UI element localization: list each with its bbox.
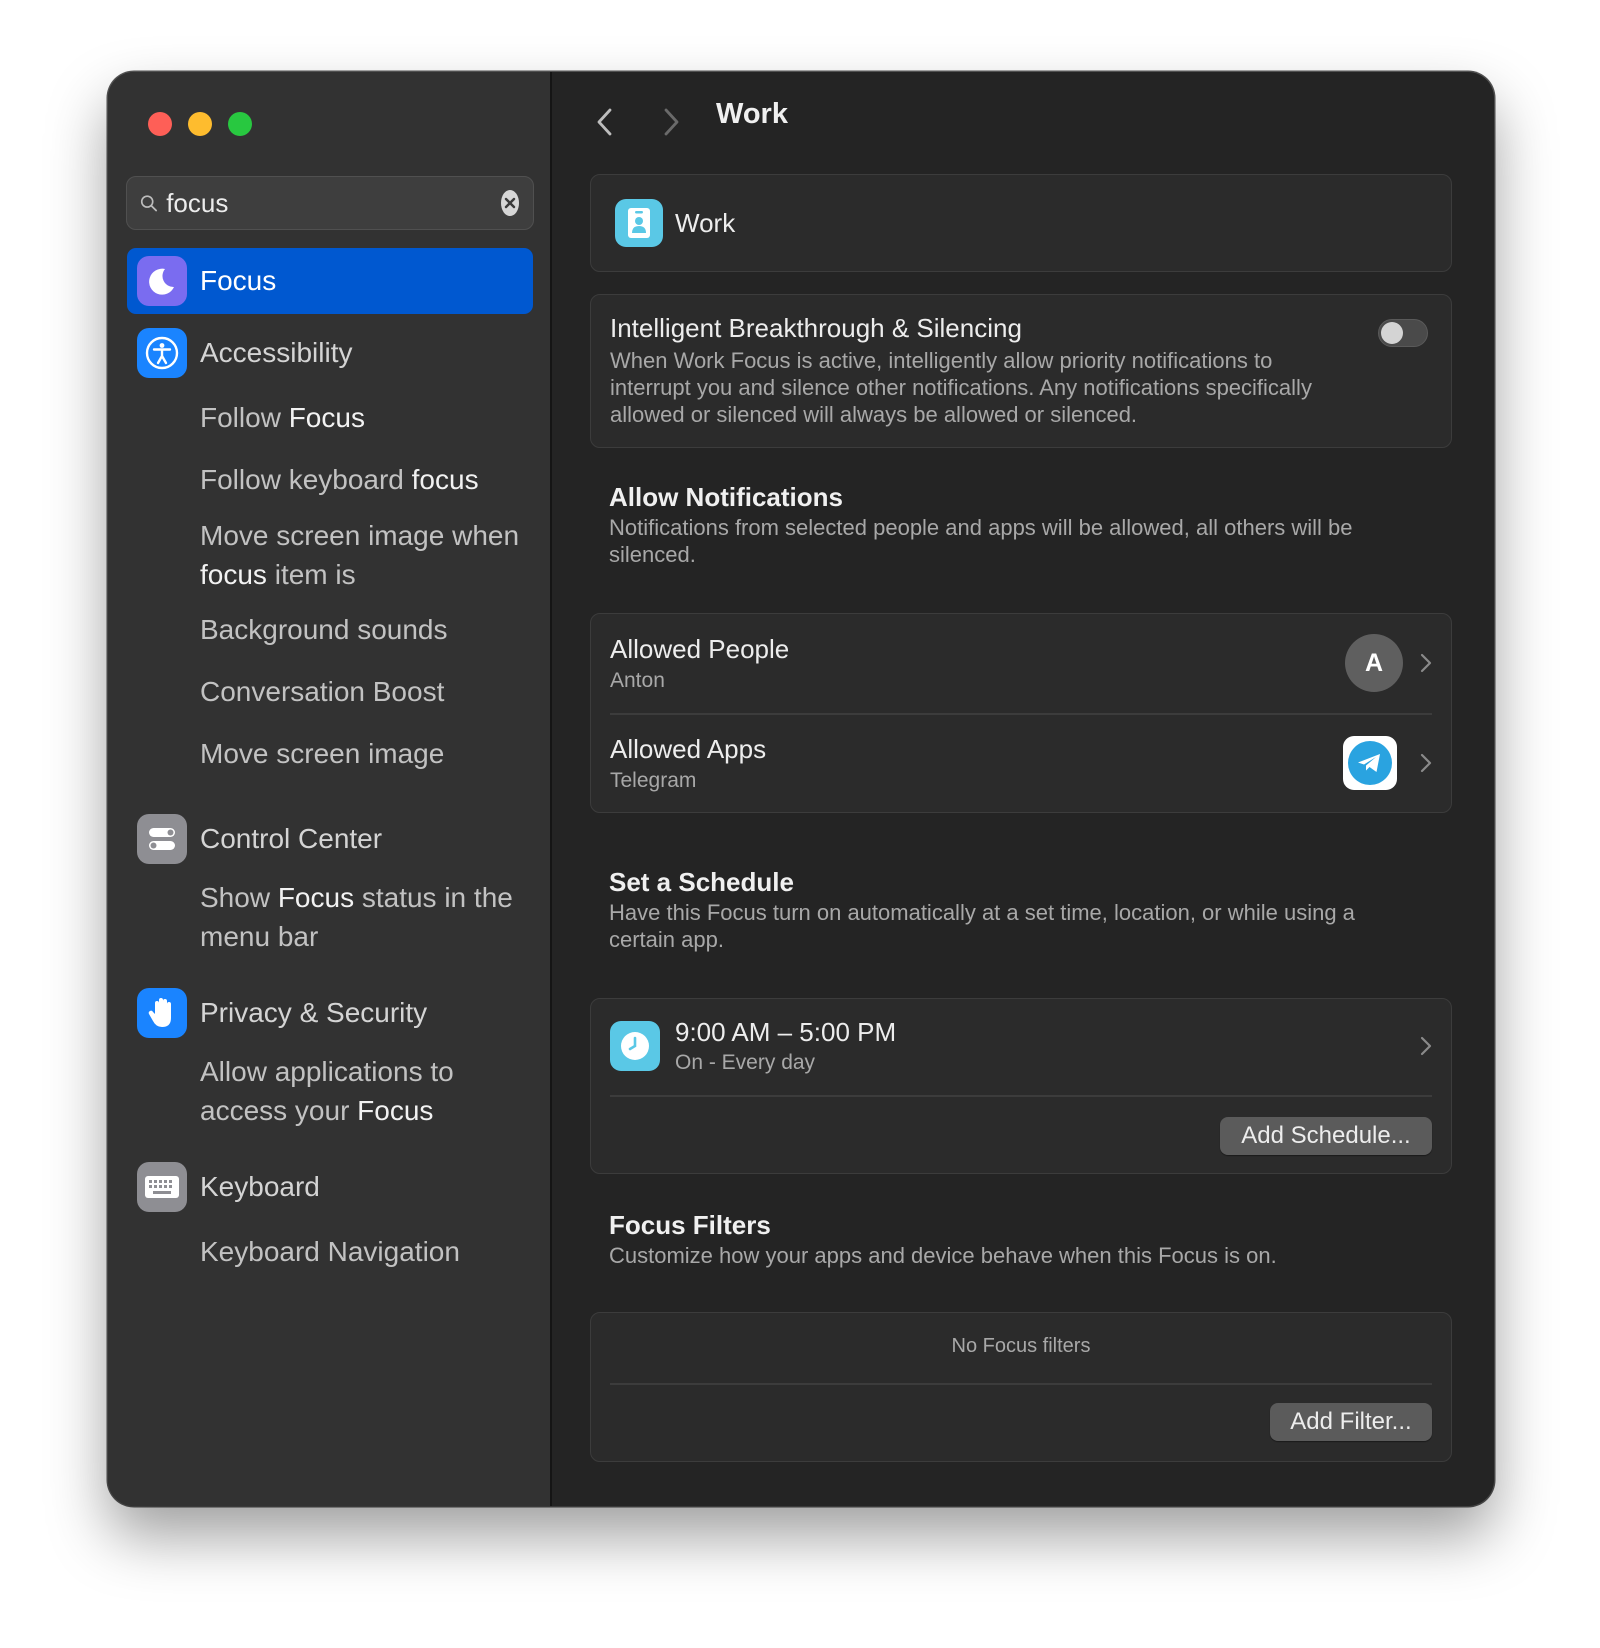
subitem-text: Follow keyboard [200,464,412,495]
sidebar-subitem-background-sounds[interactable]: Background sounds [200,610,520,649]
subitem-text: Move screen image when [200,520,520,551]
sidebar-item-keyboard[interactable]: Keyboard [137,1162,320,1212]
search-icon [140,195,158,212]
focus-mode-name: Work [675,207,736,238]
sidebar-subitem-move-screen-image-when-focus[interactable]: Move screen image when focus item is [200,516,520,594]
sidebar-item-label: Control Center [200,823,383,854]
close-window-button[interactable] [148,112,172,136]
subitem-text: item is [266,559,356,590]
chevron-right-icon [1420,1036,1432,1056]
chevron-right-icon [1420,753,1432,773]
clear-search-icon[interactable] [501,190,519,216]
allowed-apps-subtitle: Telegram [610,769,697,792]
subitem-text: Background sounds [200,614,448,645]
intelligent-breakthrough-card: Intelligent Breakthrough & Silencing Whe… [590,294,1452,448]
schedule-card: 9:00 AM – 5:00 PM On - Every day Add Sch… [590,998,1452,1174]
focus-filters-card: No Focus filters Add Filter... [590,1312,1452,1462]
sidebar-item-focus[interactable]: Focus [127,248,533,314]
zoom-window-button[interactable] [228,112,252,136]
control-center-icon [137,814,187,864]
sidebar: Focus Accessibility Follow Focus Follow … [108,72,552,1506]
sidebar-subitem-follow-focus[interactable]: Follow Focus [200,398,520,437]
allow-notifications-heading: Allow Notifications [609,482,843,512]
sidebar-subitem-keyboard-navigation[interactable]: Keyboard Navigation [200,1232,520,1271]
divider [610,1383,1432,1385]
sidebar-item-privacy-security[interactable]: Privacy & Security [137,988,427,1038]
search-match-text: Focus [288,402,365,433]
focus-filters-heading: Focus Filters [609,1210,771,1240]
forward-icon[interactable] [656,104,686,140]
back-icon[interactable] [590,104,620,140]
window-controls [148,112,252,136]
clock-icon [610,1021,660,1071]
intelligent-breakthrough-toggle[interactable] [1378,319,1428,347]
allowed-people-title: Allowed People [610,634,790,664]
intelligent-breakthrough-description: When Work Focus is active, intelligently… [610,348,1312,427]
telegram-icon [1343,736,1397,790]
schedule-heading: Set a Schedule [609,867,794,897]
allowed-apps-title: Allowed Apps [610,734,767,764]
focus-filters-description: Customize how your apps and device behav… [609,1243,1277,1268]
allowed-apps-row[interactable]: Allowed Apps Telegram [591,714,1451,814]
allowed-people-subtitle: Anton [610,669,665,692]
sidebar-item-label: Accessibility [200,337,353,368]
empty-filters-text: No Focus filters [951,1335,1091,1357]
settings-window: Focus Accessibility Follow Focus Follow … [108,72,1494,1506]
sidebar-subitem-allow-apps-access-focus[interactable]: Allow applications to access your Focus [200,1052,520,1130]
schedule-status: On - Every day [675,1051,816,1074]
work-badge-icon [615,199,663,247]
subitem-text: Move screen image [200,738,445,769]
divider [610,1095,1432,1097]
sidebar-subitem-conversation-boost[interactable]: Conversation Boost [200,672,520,711]
moon-icon [137,256,187,306]
search-match-text: focus [200,559,267,590]
schedule-time: 9:00 AM – 5:00 PM [675,1017,897,1047]
sidebar-subitem-move-screen-image[interactable]: Move screen image [200,734,520,773]
sidebar-subitem-show-focus-status[interactable]: Show Focus status in the menu bar [200,878,520,956]
allow-notifications-card: Allowed People Anton A Allowed Apps Tele… [590,613,1452,813]
subitem-text: Conversation Boost [200,676,445,707]
toggle-knob [1381,322,1403,344]
focus-mode-card[interactable]: Work [590,174,1452,272]
search-match-text: Focus [357,1095,434,1126]
hand-icon [137,988,187,1038]
schedule-description: Have this Focus turn on automatically at… [609,900,1355,952]
sidebar-item-label: Focus [200,265,277,296]
accessibility-icon [137,328,187,378]
subitem-text: Show [200,882,278,913]
allow-notifications-description: Notifications from selected people and a… [609,515,1353,567]
avatar: A [1345,634,1403,692]
page-title: Work [716,98,788,130]
search-match-text: Focus [277,882,355,913]
sidebar-item-label: Keyboard [200,1171,320,1202]
subitem-text: Keyboard Navigation [200,1236,460,1267]
minimize-window-button[interactable] [188,112,212,136]
allowed-people-row[interactable]: Allowed People Anton A [591,614,1451,713]
subitem-text: Follow [200,402,289,433]
search-field[interactable] [126,176,534,230]
search-match-text: focus [411,464,479,495]
search-input[interactable] [166,187,502,219]
sidebar-item-accessibility[interactable]: Accessibility [137,328,352,378]
chevron-right-icon [1420,653,1432,673]
schedule-row[interactable]: 9:00 AM – 5:00 PM On - Every day [591,999,1451,1095]
sidebar-item-label: Privacy & Security [200,997,428,1028]
keyboard-icon [137,1162,187,1212]
intelligent-breakthrough-title: Intelligent Breakthrough & Silencing [610,313,1022,343]
add-schedule-button[interactable]: Add Schedule... [1220,1117,1432,1155]
main-content: Work Work Intelligent Breakthrough & Sil… [552,72,1494,1506]
sidebar-item-control-center[interactable]: Control Center [137,814,382,864]
sidebar-subitem-follow-keyboard-focus[interactable]: Follow keyboard focus [200,460,520,499]
add-filter-button[interactable]: Add Filter... [1270,1403,1432,1441]
